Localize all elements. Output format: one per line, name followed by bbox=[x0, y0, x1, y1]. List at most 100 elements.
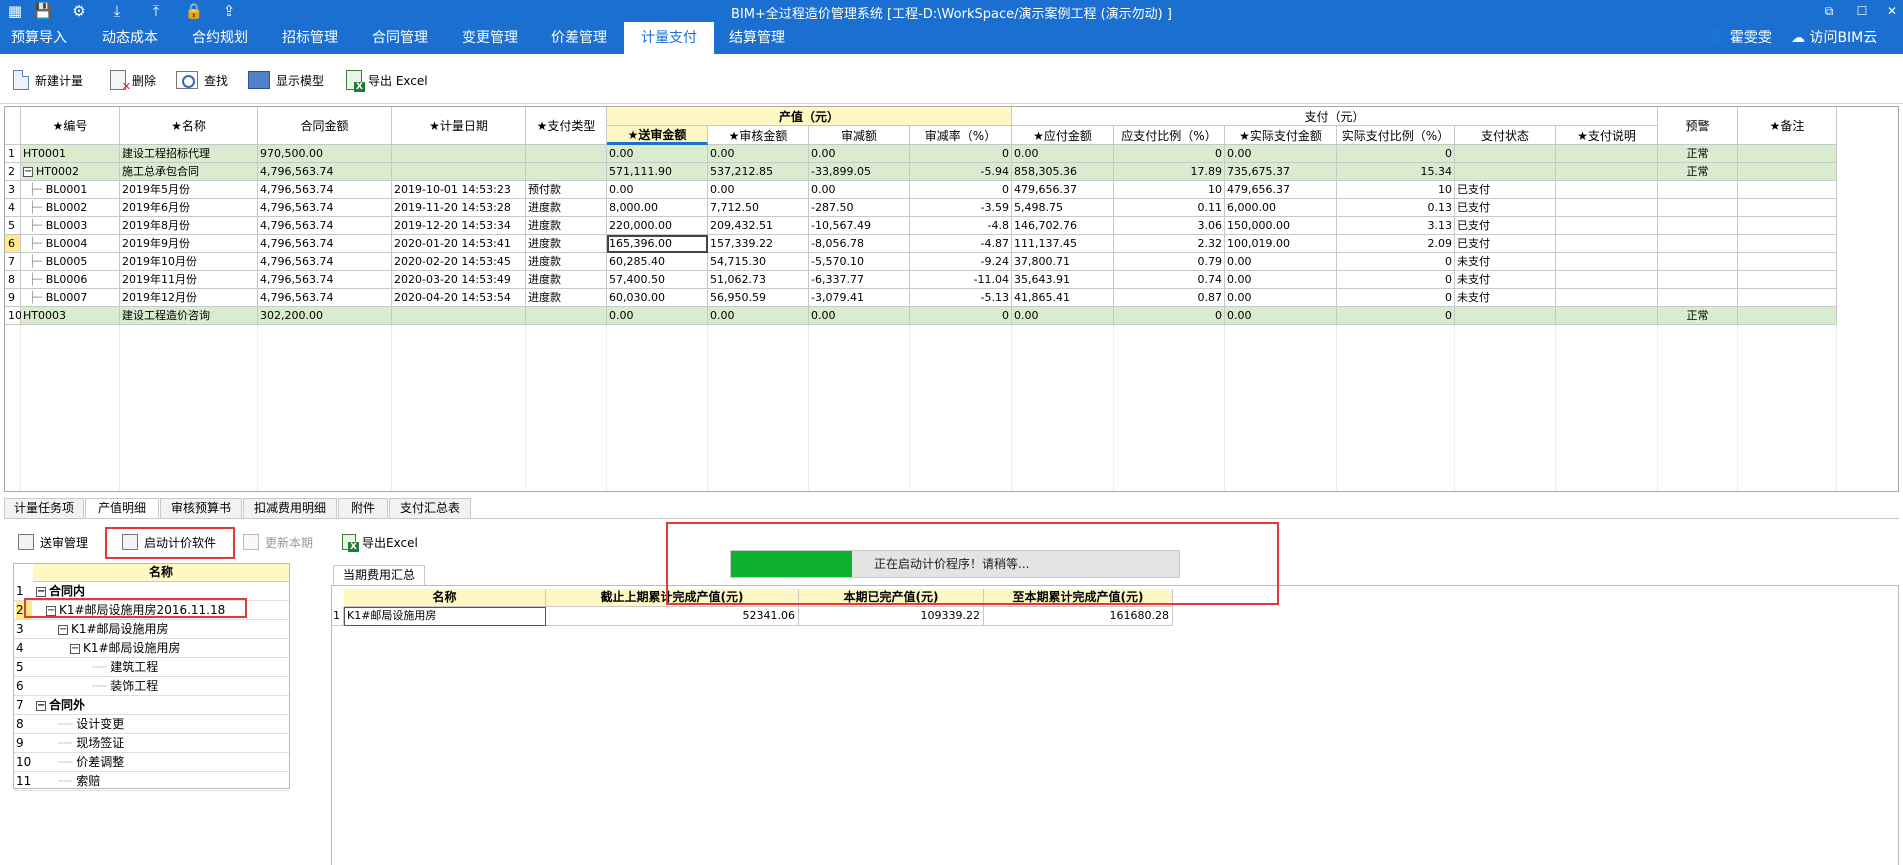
cell-submitted[interactable]: 0.00 bbox=[607, 181, 708, 199]
cell-actual[interactable]: 6,000.00 bbox=[1225, 199, 1337, 217]
cell-date[interactable] bbox=[392, 163, 526, 181]
measure-grid[interactable]: ★编号 ★名称 合同金额 ★计量日期 ★支付类型 产值（元） 支付（元） ★送审… bbox=[4, 106, 1899, 492]
cell-date[interactable]: 2019-10-01 14:53:23 bbox=[392, 181, 526, 199]
cell-actual[interactable]: 735,675.37 bbox=[1225, 163, 1337, 181]
item-tree[interactable]: 名称 1− 合同内 2− K1#邮局设施用房2016.11.18 3− K1#邮局设施用房… bbox=[13, 563, 290, 791]
cell-actual-ratio[interactable]: 0 bbox=[1337, 145, 1455, 163]
cell-reduction[interactable]: 0.00 bbox=[809, 145, 910, 163]
row-number[interactable]: 10 bbox=[5, 307, 22, 325]
cell-payable-ratio[interactable]: 3.06 bbox=[1114, 217, 1225, 235]
cell-payable[interactable]: 858,305.36 bbox=[1012, 163, 1114, 181]
cell-status[interactable]: 未支付 bbox=[1455, 253, 1556, 271]
export-excel-button[interactable]: 导出 Excel bbox=[346, 68, 428, 92]
cell-warning[interactable] bbox=[1658, 271, 1738, 289]
menu-dynamic-cost[interactable]: 动态成本 bbox=[88, 22, 172, 54]
tab-current-cost-summary[interactable]: 当期费用汇总 bbox=[333, 565, 425, 585]
cell-status[interactable]: 未支付 bbox=[1455, 289, 1556, 307]
delete-button[interactable]: 删除 bbox=[110, 68, 156, 93]
cell-pay-note[interactable] bbox=[1556, 235, 1658, 253]
cell-payable[interactable]: 41,865.41 bbox=[1012, 289, 1114, 307]
cell-submitted[interactable]: 60,030.00 bbox=[607, 289, 708, 307]
cell-reviewed[interactable]: 56,950.59 bbox=[708, 289, 809, 307]
cell-payable[interactable]: 146,702.76 bbox=[1012, 217, 1114, 235]
cell-reviewed[interactable]: 157,339.22 bbox=[708, 235, 809, 253]
cell-payable[interactable]: 0.00 bbox=[1012, 307, 1114, 325]
cell-code[interactable]: ├─ BL0005 bbox=[21, 253, 120, 271]
row-number[interactable]: 9 bbox=[5, 289, 21, 307]
cell-pay-note[interactable] bbox=[1556, 307, 1658, 325]
cell-rate[interactable]: -3.59 bbox=[910, 199, 1012, 217]
cell-code[interactable]: − HT0002 bbox=[21, 163, 120, 181]
cell-contract[interactable]: 4,796,563.74 bbox=[258, 235, 392, 253]
cell-type[interactable] bbox=[526, 163, 607, 181]
col-code[interactable]: ★编号 bbox=[21, 107, 120, 145]
cell-code[interactable]: HT0001 bbox=[21, 145, 120, 163]
cell-reduction[interactable]: -3,079.41 bbox=[809, 289, 910, 307]
cell-rate[interactable]: -11.04 bbox=[910, 271, 1012, 289]
cell-reviewed[interactable]: 54,715.30 bbox=[708, 253, 809, 271]
cell-actual[interactable]: 0.00 bbox=[1225, 307, 1337, 325]
cell-code[interactable]: ├─ BL0007 bbox=[21, 289, 120, 307]
cell-code[interactable]: HT0003 bbox=[21, 307, 120, 325]
cell-submitted[interactable]: 8,000.00 bbox=[607, 199, 708, 217]
cell-warning[interactable] bbox=[1658, 253, 1738, 271]
menu-change[interactable]: 变更管理 bbox=[450, 22, 530, 54]
cell-status[interactable]: 已支付 bbox=[1455, 235, 1556, 253]
cell-status[interactable] bbox=[1455, 163, 1556, 181]
tree-row[interactable]: 6 ┈┈ 装饰工程 bbox=[14, 677, 289, 696]
cell-contract[interactable]: 4,796,563.74 bbox=[258, 271, 392, 289]
cell-date[interactable]: 2019-11-20 14:53:28 bbox=[392, 199, 526, 217]
cell-type[interactable] bbox=[526, 145, 607, 163]
col-measure-date[interactable]: ★计量日期 bbox=[392, 107, 526, 145]
col-payable[interactable]: ★应付金额 bbox=[1012, 126, 1114, 145]
show-model-button[interactable]: 显示模型 bbox=[248, 68, 324, 92]
cell-rate[interactable]: -5.13 bbox=[910, 289, 1012, 307]
cell-type[interactable]: 预付款 bbox=[526, 181, 607, 199]
cell-reduction[interactable]: -33,899.05 bbox=[809, 163, 910, 181]
cell-type[interactable]: 进度款 bbox=[526, 217, 607, 235]
review-manage-button[interactable]: 送审管理 bbox=[18, 531, 88, 553]
cell-remark[interactable] bbox=[1738, 235, 1837, 253]
cell-reviewed[interactable]: 0.00 bbox=[708, 181, 809, 199]
cell-submitted[interactable]: 0.00 bbox=[607, 307, 708, 325]
collapse-icon[interactable]: − bbox=[58, 624, 68, 635]
restore-icon[interactable]: ⧉ bbox=[1814, 0, 1844, 22]
cell-date[interactable]: 2020-02-20 14:53:45 bbox=[392, 253, 526, 271]
cell-name[interactable]: 2019年6月份 bbox=[120, 199, 258, 217]
cell-warning[interactable] bbox=[1658, 217, 1738, 235]
cell-rate[interactable]: -5.94 bbox=[910, 163, 1012, 181]
cell-payable[interactable]: 35,643.91 bbox=[1012, 271, 1114, 289]
cell-actual[interactable]: 479,656.37 bbox=[1225, 181, 1337, 199]
col-pay-status[interactable]: 支付状态 bbox=[1455, 126, 1556, 145]
cell-warning[interactable] bbox=[1658, 235, 1738, 253]
summary-cell-prev[interactable]: 52341.06 bbox=[546, 607, 799, 626]
cell-date[interactable]: 2019-12-20 14:53:34 bbox=[392, 217, 526, 235]
cell-reduction[interactable]: 0.00 bbox=[809, 181, 910, 199]
cell-payable-ratio[interactable]: 0.79 bbox=[1114, 253, 1225, 271]
col-pay-note[interactable]: ★支付说明 bbox=[1556, 126, 1658, 145]
cell-payable-ratio[interactable]: 17.89 bbox=[1114, 163, 1225, 181]
cell-contract[interactable]: 4,796,563.74 bbox=[258, 289, 392, 307]
cell-remark[interactable] bbox=[1738, 199, 1837, 217]
cell-reviewed[interactable]: 0.00 bbox=[708, 145, 809, 163]
cell-pay-note[interactable] bbox=[1556, 217, 1658, 235]
cell-reviewed[interactable]: 51,062.73 bbox=[708, 271, 809, 289]
cell-actual[interactable]: 150,000.00 bbox=[1225, 217, 1337, 235]
cell-warning[interactable] bbox=[1658, 289, 1738, 307]
collapse-icon[interactable]: − bbox=[70, 643, 80, 654]
cell-payable-ratio[interactable]: 10 bbox=[1114, 181, 1225, 199]
col-actual-ratio[interactable]: 实际支付比例（%） bbox=[1337, 126, 1455, 145]
cell-payable-ratio[interactable]: 0 bbox=[1114, 145, 1225, 163]
cell-warning[interactable]: 正常 bbox=[1658, 163, 1738, 181]
detail-export-button[interactable]: 导出Excel bbox=[342, 531, 418, 553]
cell-payable-ratio[interactable]: 0.87 bbox=[1114, 289, 1225, 307]
tree-row[interactable]: 10 ┈┈ 价差调整 bbox=[14, 753, 289, 772]
close-icon[interactable]: ✕ bbox=[1877, 0, 1903, 22]
cell-type[interactable]: 进度款 bbox=[526, 253, 607, 271]
tree-row[interactable]: 8 ┈┈ 设计变更 bbox=[14, 715, 289, 734]
summary-cell-current[interactable]: 109339.22 bbox=[799, 607, 984, 626]
col-contract-amount[interactable]: 合同金额 bbox=[258, 107, 392, 145]
tab-review-budget[interactable]: 审核预算书 bbox=[160, 498, 242, 518]
col-actual-paid[interactable]: ★实际支付金额 bbox=[1225, 126, 1337, 145]
collapse-icon[interactable]: − bbox=[23, 167, 33, 177]
